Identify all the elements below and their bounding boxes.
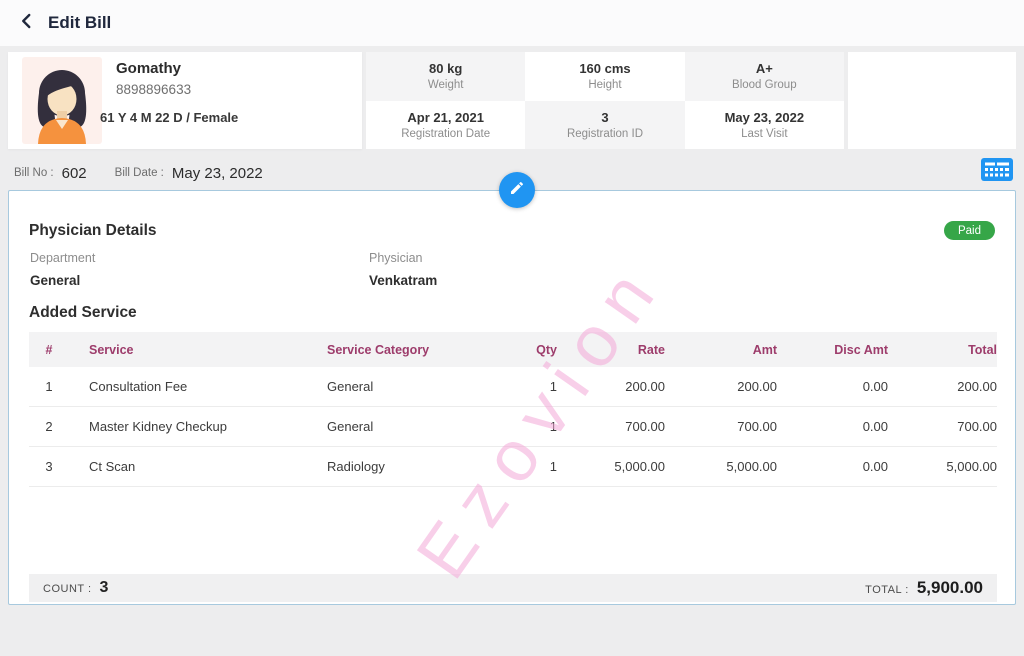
bill-panel: Physician Details Paid Department Genera…: [8, 190, 1016, 605]
table-row[interactable]: 1Consultation FeeGeneral1200.00200.000.0…: [29, 367, 997, 407]
pencil-icon: [509, 180, 525, 201]
table-cell: 0.00: [777, 419, 888, 434]
titlebar: Edit Bill: [0, 0, 1024, 46]
table-cell: Master Kidney Checkup: [69, 419, 307, 434]
table-cell: Ct Scan: [69, 459, 307, 474]
column-header: Qty: [512, 343, 557, 357]
services-table-body: 1Consultation FeeGeneral1200.00200.000.0…: [29, 367, 997, 487]
total-value: 5,900.00: [917, 578, 983, 598]
physician-value: Venkatram: [369, 273, 437, 288]
table-cell: 1: [29, 379, 69, 394]
stat-registration-id: 3 Registration ID: [525, 101, 684, 150]
table-cell: Consultation Fee: [69, 379, 307, 394]
stat-height: 160 cms Height: [525, 52, 684, 101]
keyboard-button[interactable]: [980, 159, 1014, 185]
stat-value: 160 cms: [579, 61, 630, 76]
table-cell: 0.00: [777, 379, 888, 394]
table-cell: 700.00: [665, 419, 777, 434]
bill-no-value: 602: [62, 165, 87, 182]
column-header: Total: [888, 343, 997, 357]
department-value: General: [30, 273, 80, 288]
stat-value: 3: [601, 110, 608, 125]
count-value: 3: [100, 579, 109, 597]
table-cell: 200.00: [665, 379, 777, 394]
table-cell: Radiology: [307, 459, 512, 474]
chevron-left-icon: [18, 12, 36, 35]
table-cell: 1: [512, 419, 557, 434]
patient-name: Gomathy: [116, 60, 181, 77]
table-cell: 3: [29, 459, 69, 474]
patient-info-section: Gomathy 8898896633 61 Y 4 M 22 D / Femal…: [8, 52, 362, 149]
stat-value: Apr 21, 2021: [407, 110, 484, 125]
status-badge: Paid: [944, 221, 995, 240]
table-cell: 1: [512, 459, 557, 474]
patient-avatar: [22, 57, 102, 144]
table-row[interactable]: 2Master Kidney CheckupGeneral1700.00700.…: [29, 407, 997, 447]
column-header: Service Category: [307, 343, 512, 357]
table-cell: 5,000.00: [557, 459, 665, 474]
physician-label: Physician: [369, 251, 423, 265]
added-service-title: Added Service: [29, 304, 137, 322]
column-header: Rate: [557, 343, 665, 357]
stat-value: May 23, 2022: [725, 110, 805, 125]
stat-value: 80 kg: [429, 61, 462, 76]
table-cell: General: [307, 379, 512, 394]
table-cell: 1: [512, 379, 557, 394]
table-cell: General: [307, 419, 512, 434]
stat-weight: 80 kg Weight: [366, 52, 525, 101]
stat-value: A+: [756, 61, 773, 76]
stat-registration-date: Apr 21, 2021 Registration Date: [366, 101, 525, 150]
department-label: Department: [30, 251, 95, 265]
table-cell: 700.00: [888, 419, 997, 434]
table-cell: 700.00: [557, 419, 665, 434]
stat-label: Blood Group: [732, 79, 797, 91]
stat-label: Last Visit: [741, 128, 787, 140]
column-header: Disc Amt: [777, 343, 888, 357]
physician-details-title: Physician Details: [29, 222, 157, 240]
patient-age-gender: 61 Y 4 M 22 D / Female: [100, 110, 238, 125]
stat-label: Registration ID: [567, 128, 643, 140]
patient-phone: 8898896633: [116, 82, 191, 97]
stat-label: Height: [588, 79, 621, 91]
column-header: #: [29, 343, 69, 357]
page-title: Edit Bill: [48, 13, 111, 33]
edit-bill-button[interactable]: [499, 172, 535, 208]
bill-date-label: Bill Date :: [115, 167, 164, 179]
stat-label: Registration Date: [401, 128, 490, 140]
stat-blood-group: A+ Blood Group: [685, 52, 844, 101]
table-cell: 200.00: [557, 379, 665, 394]
bill-no-label: Bill No :: [14, 167, 54, 179]
total-label: TOTAL :: [865, 584, 909, 596]
table-cell: 200.00: [888, 379, 997, 394]
table-cell: 2: [29, 419, 69, 434]
table-cell: 0.00: [777, 459, 888, 474]
count-group: COUNT : 3: [43, 579, 108, 597]
table-row[interactable]: 3Ct ScanRadiology15,000.005,000.000.005,…: [29, 447, 997, 487]
services-table-header: #ServiceService CategoryQtyRateAmtDisc A…: [29, 332, 997, 367]
column-header: Amt: [665, 343, 777, 357]
total-group: TOTAL : 5,900.00: [865, 578, 983, 598]
patient-card-spacer: [848, 52, 1016, 149]
keyboard-icon: [981, 158, 1013, 186]
services-table: #ServiceService CategoryQtyRateAmtDisc A…: [29, 332, 997, 487]
stat-last-visit: May 23, 2022 Last Visit: [685, 101, 844, 150]
bill-date-value: May 23, 2022: [172, 165, 263, 182]
column-header: Service: [69, 343, 307, 357]
patient-card: Gomathy 8898896633 61 Y 4 M 22 D / Femal…: [8, 52, 1016, 149]
count-label: COUNT :: [43, 583, 92, 595]
back-button[interactable]: [16, 12, 38, 34]
table-cell: 5,000.00: [665, 459, 777, 474]
patient-stats-grid: 80 kg Weight 160 cms Height A+ Blood Group Apr…: [366, 52, 844, 149]
table-cell: 5,000.00: [888, 459, 997, 474]
summary-bar: COUNT : 3 TOTAL : 5,900.00: [29, 574, 997, 602]
stat-label: Weight: [428, 79, 464, 91]
